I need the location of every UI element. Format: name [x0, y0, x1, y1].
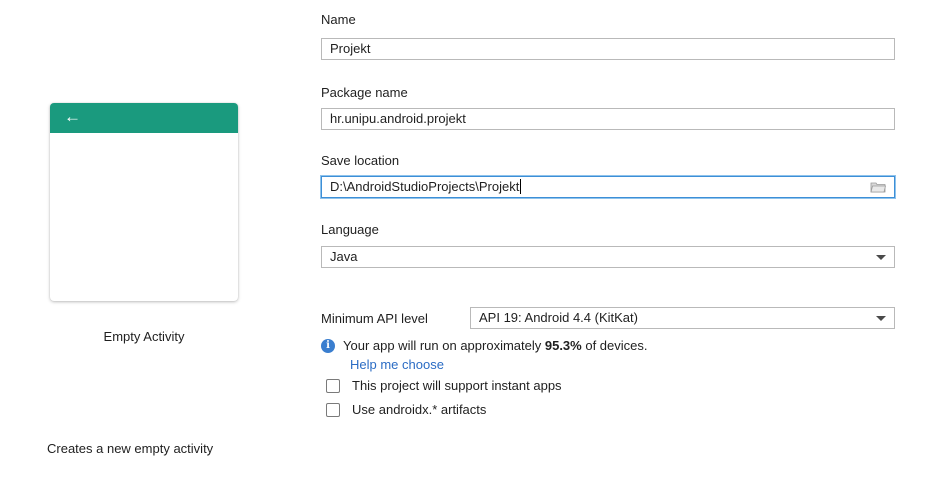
- template-name: Empty Activity: [103, 329, 185, 344]
- name-field[interactable]: Projekt: [321, 38, 895, 60]
- package-name-label: Package name: [321, 85, 408, 100]
- name-label: Name: [321, 12, 356, 27]
- min-api-label: Minimum API level: [321, 311, 428, 326]
- min-api-value: API 19: Android 4.4 (KitKat): [479, 310, 638, 325]
- language-select[interactable]: Java: [321, 246, 895, 268]
- info-icon: i: [321, 339, 335, 353]
- instant-apps-checkbox[interactable]: [326, 379, 340, 393]
- chevron-down-icon: [876, 255, 886, 260]
- help-me-choose-link[interactable]: Help me choose: [350, 357, 444, 372]
- chevron-down-icon: [876, 316, 886, 321]
- back-arrow-icon: ←: [64, 107, 81, 126]
- save-location-label: Save location: [321, 153, 400, 168]
- preview-app-bar: ←: [50, 103, 238, 133]
- folder-icon[interactable]: [870, 181, 886, 193]
- save-location-value: D:\AndroidStudioProjects\Projekt: [330, 179, 520, 194]
- package-name-field[interactable]: hr.unipu.android.projekt: [321, 108, 895, 130]
- coverage-percent: 95.3%: [544, 338, 582, 353]
- template-description: Creates a new empty activity: [47, 441, 214, 456]
- package-name-value: hr.unipu.android.projekt: [330, 111, 466, 126]
- instant-apps-label[interactable]: This project will support instant apps: [352, 378, 562, 393]
- device-coverage-text: Your app will run on approximately 95.3%…: [343, 338, 648, 353]
- language-label: Language: [321, 222, 379, 237]
- coverage-suffix: of devices.: [581, 338, 648, 353]
- name-field-value: Projekt: [330, 41, 371, 56]
- coverage-prefix: Your app will run on approximately: [343, 338, 545, 353]
- androidx-checkbox[interactable]: [326, 403, 340, 417]
- language-value: Java: [330, 249, 358, 264]
- save-location-field[interactable]: D:\AndroidStudioProjects\Projekt: [321, 176, 895, 198]
- template-preview-card: ←: [50, 103, 238, 301]
- androidx-label[interactable]: Use androidx.* artifacts: [352, 402, 486, 417]
- text-caret: [520, 179, 522, 194]
- min-api-select[interactable]: API 19: Android 4.4 (KitKat): [470, 307, 895, 329]
